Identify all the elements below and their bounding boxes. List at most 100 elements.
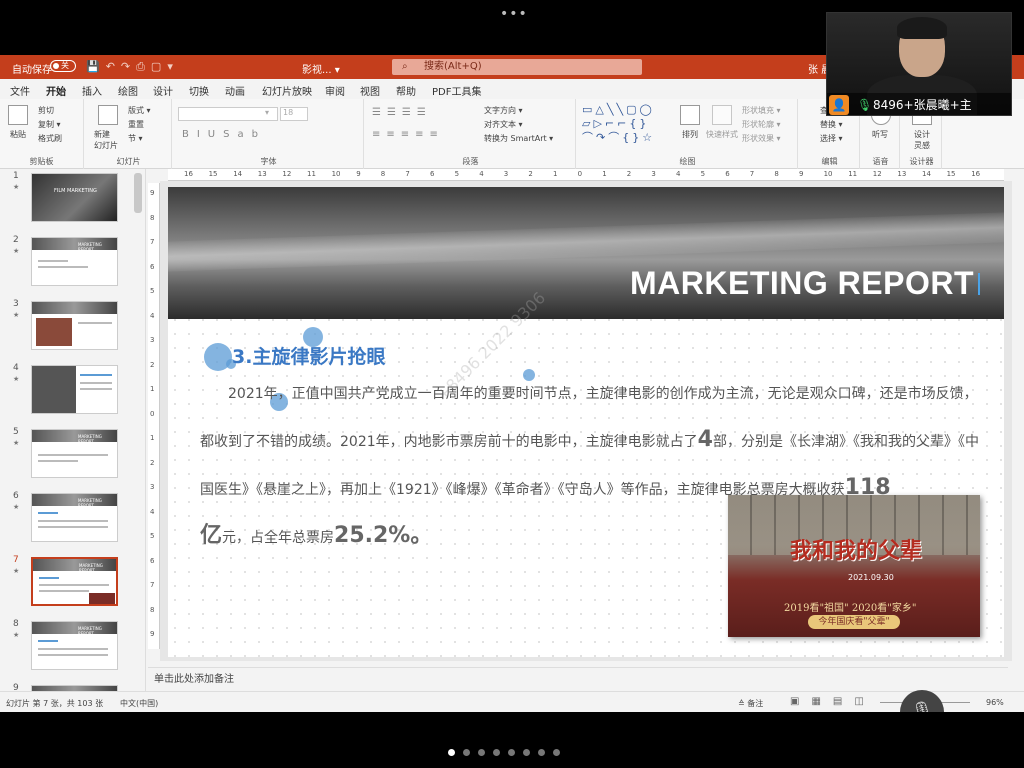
participant-video[interactable]: 👤 🎙 8496+张晨曦+主 (826, 12, 1012, 116)
poster-date: 2021.09.30 (848, 573, 894, 582)
page-dot[interactable] (553, 749, 560, 756)
autosave-toggle[interactable]: 关 (50, 60, 76, 72)
thumbnail-1[interactable]: 1 ★ FILM MARKETING (0, 171, 145, 229)
document-name[interactable]: 影视... ▾ (302, 61, 340, 76)
tab-review[interactable]: 审阅 (325, 83, 345, 98)
page-dot[interactable] (448, 749, 455, 756)
language-indicator[interactable]: 中文(中国) (120, 698, 158, 709)
new-slide-button[interactable]: 新建 幻灯片 (94, 129, 118, 151)
page-indicator[interactable] (448, 741, 568, 756)
view-buttons[interactable]: ▣▦▤◫ (790, 696, 876, 707)
page-dot[interactable] (493, 749, 500, 756)
thumbnail-7[interactable]: 7 ★ MARKETING REPORT (0, 555, 145, 613)
movie-poster-image[interactable]: 我和我的父辈 2021.09.30 2019看"祖国" 2020看"家乡" 今年… (728, 495, 980, 637)
font-family-select[interactable]: ▾ (178, 107, 278, 121)
page-dot[interactable] (463, 749, 470, 756)
tab-transitions[interactable]: 切换 (189, 83, 209, 98)
font-size-select[interactable]: 18 (280, 107, 308, 121)
reset-button[interactable]: 重置 (128, 119, 144, 130)
ruler-tick: 6 (150, 556, 155, 565)
toggle-knob (53, 63, 59, 69)
shapes-gallery[interactable]: ▭△╲╲▢◯ ▱▷⌐⌐{} ⌒↷⌒{}☆ (582, 103, 678, 145)
page-dot[interactable] (508, 749, 515, 756)
dictate-button[interactable]: 听写 (872, 129, 888, 140)
page-dot[interactable] (478, 749, 485, 756)
ruler-tick: 16 (184, 170, 193, 178)
more-options-icon[interactable]: ••• (500, 6, 528, 22)
ruler-tick: 8 (150, 605, 155, 614)
paste-button[interactable]: 粘贴 (10, 129, 26, 140)
ruler-tick: 0 (577, 170, 583, 178)
thumbnail-4[interactable]: 4 ★ (0, 363, 145, 421)
ruler-tick: 3 (651, 170, 656, 178)
tab-design[interactable]: 设计 (153, 83, 173, 98)
new-slide-icon[interactable] (98, 105, 118, 125)
arrange-icon[interactable] (680, 105, 700, 125)
tab-home[interactable]: 开始 (46, 83, 66, 102)
notes-pane[interactable]: 单击此处添加备注 (148, 667, 1008, 691)
quick-styles-icon[interactable] (712, 105, 732, 125)
select-button[interactable]: 选择 ▾ (820, 133, 843, 144)
thumbnail-9[interactable]: 9 ★ (0, 683, 145, 691)
align-text-button[interactable]: 对齐文本 ▾ (484, 119, 523, 130)
horizontal-ruler: 16 15 14 13 12 11 10 9 8 7 6 5 4 3 2 1 0 1 2 3 4 5 6 7 8 9 10 11 12 1… (168, 169, 1004, 181)
smartart-button[interactable]: 转换为 SmartArt ▾ (484, 133, 553, 144)
tab-animations[interactable]: 动画 (225, 83, 245, 98)
thumbnail-6[interactable]: 6 ★ MARKETING REPORT (0, 491, 145, 549)
ruler-tick: 9 (356, 170, 361, 178)
ruler-tick: 10 (331, 170, 341, 178)
tab-slideshow[interactable]: 幻灯片放映 (262, 83, 312, 98)
text-direction-button[interactable]: 文字方向 ▾ (484, 105, 523, 116)
thumbnail-2[interactable]: 2 ★ MARKETING REPORT (0, 235, 145, 293)
layout-button[interactable]: 版式 ▾ (128, 105, 151, 116)
align-buttons[interactable]: ≡≡≡≡≡ (372, 129, 444, 140)
quick-styles-button[interactable]: 快速样式 (706, 129, 738, 140)
quick-access-toolbar[interactable]: 💾↶↷⎙▢▾ (86, 60, 179, 74)
page-dot[interactable] (538, 749, 545, 756)
search-input[interactable]: ⌕ 搜索(Alt+Q) (392, 59, 642, 75)
notes-button-label: 备注 (747, 699, 764, 708)
font-format-buttons[interactable]: BIUSab (182, 129, 266, 140)
list-buttons[interactable]: ☰☰☰☰ (372, 107, 432, 118)
font-label: 字体 (260, 157, 277, 166)
paste-icon[interactable] (8, 105, 28, 125)
shape-outline-button[interactable]: 形状轮廓 ▾ (742, 119, 781, 130)
tab-pdf-tools[interactable]: PDF工具集 (432, 83, 481, 98)
replace-button[interactable]: 替换 ▾ (820, 119, 843, 130)
cut-button[interactable]: 剪切 (38, 105, 54, 116)
shape-effects-button[interactable]: 形状效果 ▾ (742, 133, 781, 144)
animation-star-icon: ★ (13, 503, 20, 511)
slide[interactable]: MARKETING REPORT 3.主旋律影片抢眼 +8496 2022 93… (168, 187, 1004, 657)
slide-thumbnails-pane[interactable]: 1 ★ FILM MARKETING 2 ★ MARKETING REPORT … (0, 169, 146, 691)
participant-avatar-icon: 👤 (829, 95, 849, 115)
paragraph-label: 段落 (462, 157, 479, 166)
thumbnail-5[interactable]: 5 ★ MARKETING REPORT (0, 427, 145, 485)
banner-title[interactable]: MARKETING REPORT (630, 265, 974, 302)
ruler-tick: 5 (150, 532, 155, 540)
zoom-level[interactable]: 96% (986, 698, 1004, 707)
tab-insert[interactable]: 插入 (82, 83, 102, 98)
shape-fill-button[interactable]: 形状填充 ▾ (742, 105, 781, 116)
ruler-tick: 14 (922, 170, 931, 178)
thumbnail-image: FILM MARKETING (31, 173, 118, 222)
page-dot[interactable] (523, 749, 530, 756)
arrange-button[interactable]: 排列 (682, 129, 698, 140)
thumbnail-8[interactable]: 8 ★ MARKETING REPORT (0, 619, 145, 677)
section-button[interactable]: 节 ▾ (128, 133, 143, 144)
tab-draw[interactable]: 绘图 (118, 83, 138, 98)
thumbnail-3[interactable]: 3 ★ (0, 299, 145, 357)
ruler-tick: 8 (150, 213, 155, 222)
text-cursor (978, 273, 980, 295)
design-ideas-button[interactable]: 设计 灵感 (914, 129, 930, 151)
copy-button[interactable]: 复制 ▾ (38, 119, 61, 130)
section-heading[interactable]: 3.主旋律影片抢眼 (232, 342, 385, 369)
format-painter-button[interactable]: 格式刷 (38, 133, 62, 144)
tab-view[interactable]: 视图 (360, 83, 380, 98)
thumbnail-number: 9 (13, 683, 19, 691)
ruler-tick: 5 (700, 170, 706, 178)
tab-help[interactable]: 帮助 (396, 83, 416, 98)
notes-button[interactable]: ≙ 备注 (738, 698, 763, 709)
tab-file[interactable]: 文件 (10, 83, 30, 98)
thumbnail-image: MARKETING REPORT (31, 237, 118, 286)
thumbnail-image: MARKETING REPORT (31, 557, 118, 606)
